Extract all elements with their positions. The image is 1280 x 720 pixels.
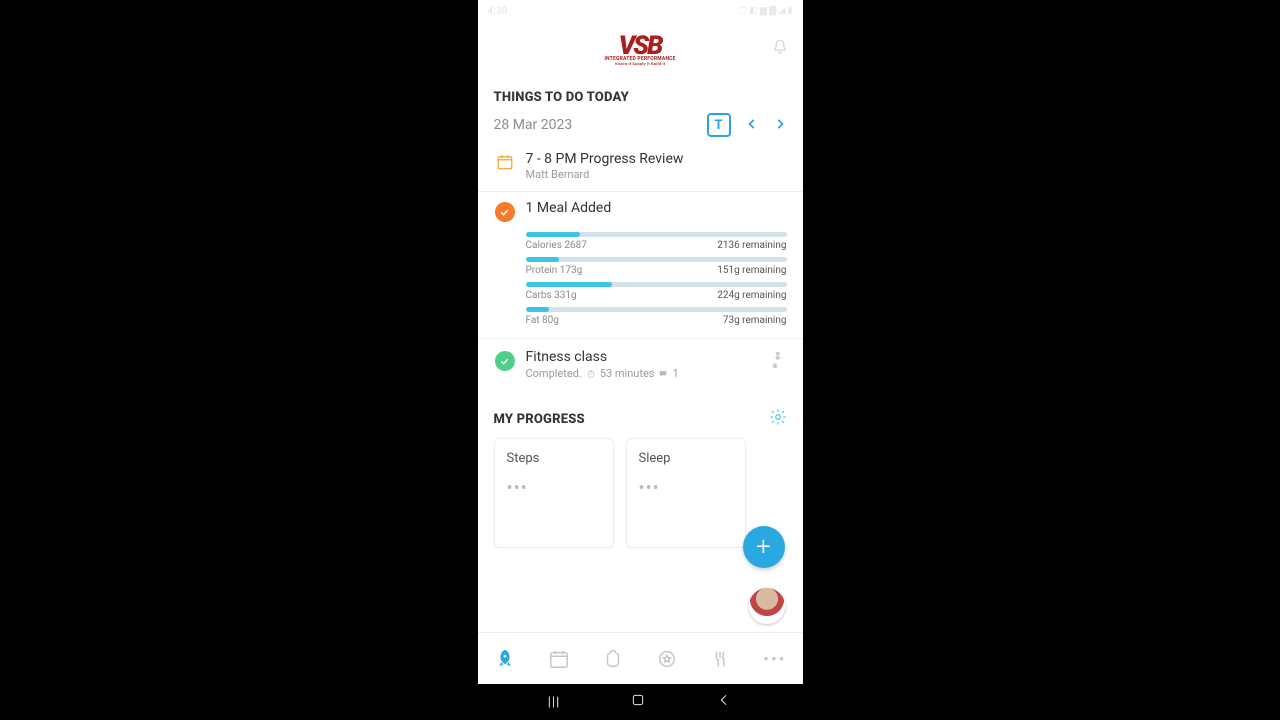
calendar-icon [494,151,516,181]
checkmark-circle-icon [495,351,515,371]
my-progress-header: MY PROGRESS [478,394,803,438]
nutrition-labels: Carbs 331g 224g remaining [526,290,787,301]
nutrition-labels: Protein 173g 151g remaining [526,265,787,276]
nutrition-remaining-text: 224g remaining [717,290,786,301]
nutrition-row: Fat 80g 73g remaining [526,307,787,326]
progress-card[interactable]: Steps ••• [494,438,614,548]
tab-achievements[interactable] [647,648,687,670]
progress-card-title: Steps [507,451,601,466]
nutrition-bar [526,257,787,262]
comment-icon [658,369,668,379]
fitness-check-icon [494,349,516,371]
nutrition-row: Carbs 331g 224g remaining [526,282,787,301]
status-time-text: 4:30 [488,6,508,17]
tab-calendar[interactable] [539,648,579,670]
nutrition-bar-fill [526,282,612,287]
nutrition-label-text: Calories 2687 [526,240,587,251]
nutrition-bar-fill [526,307,549,312]
fitness-duration-text: 53 minutes [600,367,655,380]
tab-bar: ●●● [478,632,803,684]
nav-home-button[interactable] [630,692,646,712]
brand-logo-text: VSB [604,33,675,59]
fitness-meta-row: Completed. 53 minutes 1 [526,367,755,380]
next-day-button[interactable] [773,116,787,135]
nutrition-label-text: Protein 173g [526,265,583,276]
brand-logo-tagline: Vision It Supply It Build It [604,62,675,66]
add-fab-button[interactable]: + [743,526,785,568]
status-icons-glyph: ▢ ◧ ▆ ▇ ◢ ▮ [739,6,793,16]
nutrition-label-text: Carbs 331g [526,290,577,301]
today-button[interactable]: T [707,113,731,137]
spacer [478,622,803,632]
date-controls: T [707,113,787,137]
nutrition-block: Calories 2687 2136 remaining Protein 173g 1… [478,232,803,339]
nutrition-bar [526,232,787,237]
settings-gear-icon[interactable] [769,408,787,430]
exercise-icon [765,349,787,371]
nutrition-bar-fill [526,257,560,262]
my-progress-title: MY PROGRESS [494,412,585,427]
fitness-comments-text: 1 [672,367,678,380]
fitness-status-text: Completed. [526,367,582,380]
nutrition-label-text: Fat 80g [526,315,559,326]
checkmark-circle-icon [495,202,515,222]
app-stage: 4:30 ▢ ◧ ▆ ▇ ◢ ▮ VSB INTEGRATED PERFORMA… [0,0,1280,720]
meal-title-text: 1 Meal Added [526,200,787,216]
tab-more[interactable]: ●●● [755,654,795,663]
event-item[interactable]: 7 - 8 PM Progress Review Matt Bernard [478,143,803,192]
nav-back-button[interactable] [716,692,732,712]
nutrition-bar [526,282,787,287]
more-dots-icon: ●●● [764,654,788,663]
status-bar: 4:30 ▢ ◧ ▆ ▇ ◢ ▮ [478,0,803,22]
nutrition-bar-fill [526,232,581,237]
prev-day-button[interactable] [745,116,759,135]
date-row: 28 Mar 2023 T [478,113,803,143]
fitness-item[interactable]: Fitness class Completed. 53 minutes 1 [478,339,803,394]
tab-workout[interactable] [593,648,633,670]
nutrition-row: Calories 2687 2136 remaining [526,232,787,251]
nutrition-labels: Calories 2687 2136 remaining [526,240,787,251]
android-navbar: ||| [478,684,803,720]
current-date-text: 28 Mar 2023 [494,117,573,133]
status-indicators: ▢ ◧ ▆ ▇ ◢ ▮ [739,6,793,16]
tab-home[interactable] [485,648,525,670]
nutrition-remaining-text: 2136 remaining [717,240,786,251]
nutrition-row: Protein 173g 151g remaining [526,257,787,276]
nutrition-labels: Fat 80g 73g remaining [526,315,787,326]
tab-nutrition[interactable] [701,648,741,670]
brand-logo: VSB INTEGRATED PERFORMANCE Vision It Sup… [604,33,675,66]
meal-check-icon [494,200,516,222]
notifications-icon[interactable] [771,38,789,60]
fitness-title-text: Fitness class [526,349,755,365]
meal-body: 1 Meal Added [526,200,787,222]
app-header: VSB INTEGRATED PERFORMANCE Vision It Sup… [478,22,803,76]
meal-item-header[interactable]: 1 Meal Added [478,192,803,226]
progress-card-title: Sleep [639,451,733,466]
event-title-text: 7 - 8 PM Progress Review [526,151,787,167]
event-sub-text: Matt Bernard [526,168,787,181]
nav-recent-button[interactable]: ||| [548,695,561,710]
nutrition-bar [526,307,787,312]
event-body: 7 - 8 PM Progress Review Matt Bernard [526,151,787,181]
things-to-do-title: THINGS TO DO TODAY [478,76,803,113]
fitness-body: Fitness class Completed. 53 minutes 1 [526,349,755,380]
ellipsis-icon: ••• [507,484,601,493]
progress-card[interactable]: Sleep ••• [626,438,746,548]
coach-avatar[interactable] [749,588,785,624]
ellipsis-icon: ••• [639,484,733,493]
phone-frame: 4:30 ▢ ◧ ▆ ▇ ◢ ▮ VSB INTEGRATED PERFORMA… [478,0,803,720]
stopwatch-icon [586,369,596,379]
nutrition-remaining-text: 151g remaining [717,265,786,276]
nutrition-remaining-text: 73g remaining [723,315,787,326]
